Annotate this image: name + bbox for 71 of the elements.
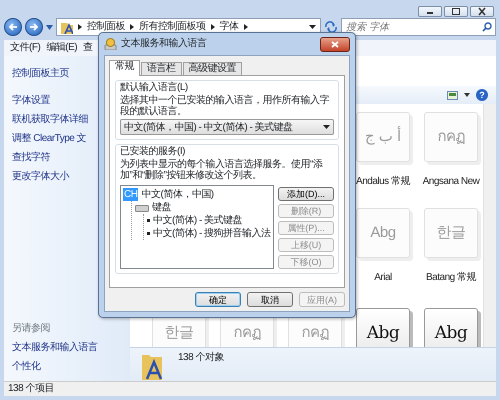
globe-keyboard-icon [104,38,117,50]
font-preview-page[interactable]: Abg [424,308,478,347]
close-button[interactable] [470,6,494,17]
breadcrumb-arrow-icon[interactable] [78,24,82,30]
fonts-folder-icon [61,20,73,34]
breadcrumb-arrow-icon[interactable] [244,24,248,30]
sidebar-link[interactable]: 字体设置 [12,95,50,107]
font-name[interactable]: Andalus 常规 [356,176,410,188]
sidebar-link[interactable]: 联机获取字体详细 [12,114,88,126]
language-badge: CH [123,188,138,201]
sidebar-link[interactable]: 调整 ClearType 文 [12,133,86,145]
group-title: 已安装的服务(I) [120,146,186,157]
tree-item[interactable]: 中文(简体) - 美式键盘 [153,214,242,227]
font-name[interactable]: Arial [374,272,392,284]
menu-item[interactable]: 编辑(E) [46,42,78,54]
scrollbar[interactable] [483,104,496,347]
close-button[interactable] [320,36,350,52]
dialog-title: 文本服务和输入语言 [121,38,206,50]
dropdown-arrow-icon [323,125,330,129]
object-count: 138 个对象 [178,352,224,364]
tree-item[interactable]: 中文(简体，中国) [141,188,214,201]
tab[interactable]: 常规 [109,60,140,76]
status-text: 138 个项目 [8,383,54,395]
close-icon [331,40,339,48]
breadcrumb-item[interactable]: 所有控制面板项 [139,21,206,33]
group-title: 默认输入语言(L) [120,82,189,93]
search-field[interactable]: 搜索 字体 [341,18,496,36]
back-button[interactable] [4,18,22,36]
description-text: 为列表中显示的每个输入语言选择服务。使用“添加”和“删除”按钮来修改这个列表。 [120,159,324,181]
refresh-icon[interactable] [324,21,338,33]
service-button[interactable]: 添加(D)... [278,187,334,201]
tree-item[interactable]: 键盘 [152,201,171,214]
menu-item[interactable]: 文件(F) [10,42,40,54]
see-also-heading: 另请参阅 [12,323,51,335]
bullet-icon [147,219,150,222]
dropdown-arrow-icon[interactable] [309,25,316,29]
language-select[interactable]: 中文(简体，中国) - 中文(简体) - 美式键盘 [120,119,334,135]
sidebar-link[interactable]: 文本服务和输入语言 [12,342,98,354]
breadcrumb-item[interactable]: 字体 [220,21,238,33]
back-arrow-icon [8,22,18,32]
tree-item[interactable]: 中文(简体) - 搜狗拼音输入法 [153,227,271,240]
bullet-icon [147,232,150,235]
breadcrumb-arrow-icon[interactable] [130,24,134,30]
font-name[interactable]: Batang 常规 [426,272,476,284]
forward-button[interactable] [25,18,43,36]
help-button[interactable]: ? [476,89,488,101]
sidebar-link[interactable]: 查找字符 [12,152,50,164]
sidebar-link[interactable]: 控制面板主页 [12,68,69,80]
minimize-button[interactable] [418,6,442,17]
font-preview-page[interactable]: Abg [356,308,410,347]
tab[interactable]: 高级键设置 [182,62,242,75]
history-dropdown-icon[interactable] [46,24,53,30]
sidebar-link[interactable]: 更改字体大小 [12,171,69,183]
dropdown-arrow-icon[interactable] [464,93,470,97]
fonts-folder-icon [142,352,164,380]
search-icon[interactable] [482,22,492,32]
dialog-button[interactable]: 取消 [247,292,293,307]
maximize-button[interactable] [444,6,468,17]
tab[interactable]: 语言栏 [141,62,182,75]
font-name[interactable]: Angsana New [422,176,480,188]
maximize-icon [451,7,461,16]
view-options-icon[interactable] [447,90,458,100]
close-icon [477,7,487,16]
keyboard-icon [135,203,149,212]
description-text: 选择其中一个已安装的输入语言，用作所有输入字段的默认语言。 [120,95,330,117]
breadcrumb-item[interactable]: 控制面板 [87,21,125,33]
menu-item[interactable]: 查 [83,42,93,54]
sidebar-link[interactable]: 个性化 [12,361,40,373]
breadcrumb-arrow-icon[interactable] [210,24,214,30]
forward-arrow-icon [29,22,39,32]
dialog-button[interactable]: 确定 [195,292,241,307]
